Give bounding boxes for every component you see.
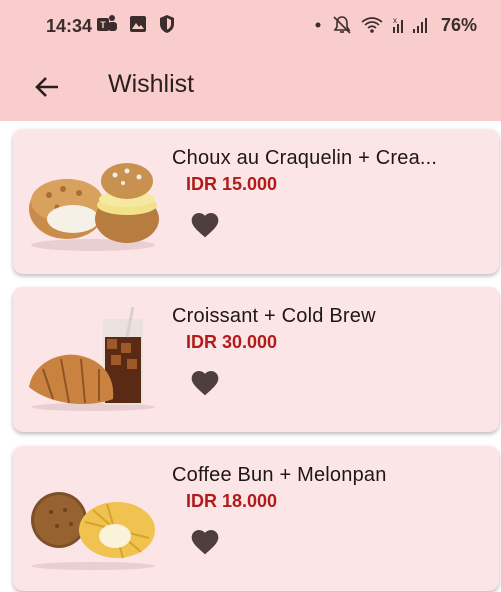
- item-name: Choux au Craquelin + Crea...: [172, 147, 438, 169]
- heart-icon[interactable]: [189, 367, 221, 399]
- heart-icon[interactable]: [189, 526, 221, 558]
- coffeebun-melonpan-image: [31, 492, 155, 570]
- item-price: IDR 18.000: [186, 491, 278, 511]
- app-bar: 14:34 T x 76% Wishlist: [0, 0, 501, 121]
- item-price: IDR 15.000: [186, 174, 278, 194]
- arrow-left-icon: [35, 77, 58, 97]
- shield-icon: [158, 14, 176, 34]
- croissant-coldbrew-image: [29, 307, 155, 411]
- status-icons-left: T: [96, 14, 176, 34]
- status-time: 14:34: [46, 16, 93, 36]
- status-bar: 14:34 T x 76%: [0, 0, 501, 52]
- dot-icon: [313, 15, 323, 35]
- choux-image: [29, 163, 159, 251]
- item-price: IDR 30.000: [186, 332, 278, 352]
- heart-icon[interactable]: [189, 209, 221, 241]
- wishlist-item-card[interactable]: Choux au Craquelin + Crea... IDR 15.000: [13, 129, 499, 274]
- teams-icon: T: [96, 14, 118, 34]
- item-name: Croissant + Cold Brew: [172, 305, 376, 327]
- signal-icon: x: [391, 15, 431, 35]
- status-icons-right: x 76%: [313, 14, 477, 36]
- svg-text:T: T: [100, 20, 106, 30]
- mute-bell-icon: [331, 14, 353, 36]
- item-name: Coffee Bun + Melonpan: [172, 464, 387, 486]
- svg-text:x: x: [393, 16, 397, 25]
- wishlist-item-card[interactable]: Croissant + Cold Brew IDR 30.000: [13, 287, 499, 432]
- back-button[interactable]: [32, 72, 62, 102]
- wifi-icon: [361, 15, 383, 35]
- page-title: Wishlist: [108, 70, 195, 98]
- gallery-icon: [128, 14, 148, 34]
- wishlist-item-card[interactable]: Coffee Bun + Melonpan IDR 18.000: [13, 446, 499, 591]
- battery-level: 76%: [440, 14, 477, 35]
